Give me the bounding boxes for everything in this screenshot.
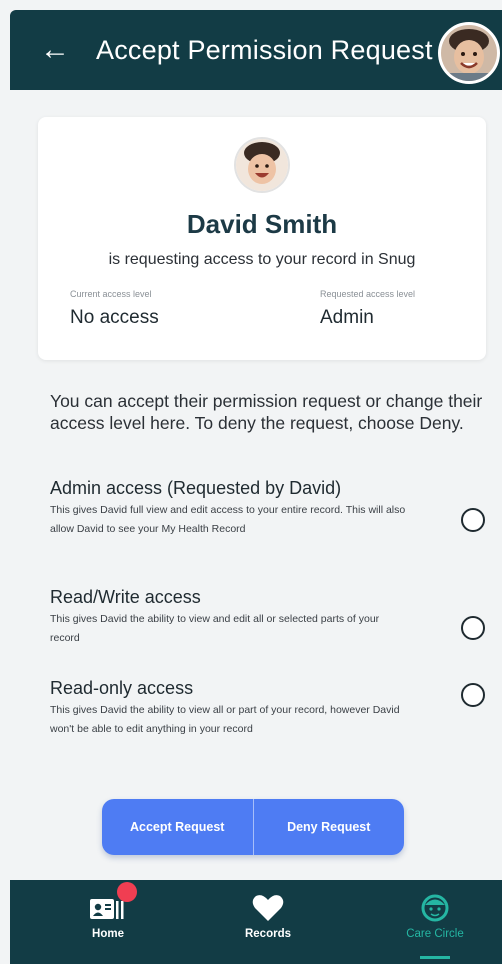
notification-badge [117, 882, 137, 902]
current-access-label: Current access level [70, 289, 152, 299]
requested-access-label: Requested access level [320, 289, 416, 299]
nav-item-records[interactable]: Records [213, 888, 323, 940]
instructions-text: You can accept their permission request … [50, 391, 483, 433]
radio-read-only-access[interactable] [461, 683, 485, 707]
back-arrow-icon[interactable]: ← [40, 35, 80, 65]
requester-face-icon [236, 139, 288, 191]
requested-access-value: Admin [320, 307, 374, 328]
nav-label: Records [244, 928, 292, 940]
option-read-only-access[interactable]: Read-only access This gives David the ab… [50, 678, 470, 739]
action-buttons: Accept Request Deny Request [102, 799, 404, 855]
deny-request-button[interactable]: Deny Request [252, 799, 405, 855]
nav-item-home[interactable]: Home [53, 882, 163, 940]
requester-card: David Smith is requesting access to your… [38, 117, 486, 360]
nav-label: Care Circle [406, 928, 464, 940]
baby-face-icon [380, 888, 490, 922]
page-title: Accept Permission Request [96, 34, 433, 65]
profile-avatar[interactable] [438, 22, 500, 84]
request-description: is requesting access to your record in S… [108, 251, 416, 268]
radio-admin-access[interactable] [461, 508, 485, 532]
current-access: Current access level No access [70, 289, 159, 329]
app-header: ← Accept Permission Request [10, 10, 502, 90]
option-title: Admin access (Requested by David) [50, 478, 342, 498]
requested-access: Requested access level Admin [320, 289, 415, 329]
avatar-face-icon [441, 25, 497, 81]
nav-item-care-circle[interactable]: Care Circle [380, 888, 490, 940]
requester-name: David Smith [186, 209, 338, 239]
requester-avatar [236, 139, 288, 191]
active-tab-indicator [420, 956, 450, 959]
option-admin-access[interactable]: Admin access (Requested by David) This g… [50, 478, 470, 539]
bottom-nav: Home Records Care Circle [10, 880, 502, 964]
option-read-write-access[interactable]: Read/Write access This gives David the a… [50, 587, 470, 648]
contact-card-icon [53, 888, 163, 922]
current-access-value: No access [70, 307, 159, 328]
option-title: Read/Write access [50, 587, 201, 607]
radio-read-write-access[interactable] [461, 616, 485, 640]
accept-request-button[interactable]: Accept Request [102, 799, 253, 855]
option-description: This gives David the ability to view all… [50, 704, 400, 735]
option-description: This gives David the ability to view and… [50, 613, 380, 644]
heart-icon [213, 888, 323, 922]
option-title: Read-only access [50, 678, 194, 698]
option-description: This gives David full view and edit acce… [50, 504, 406, 535]
nav-label: Home [92, 928, 124, 940]
